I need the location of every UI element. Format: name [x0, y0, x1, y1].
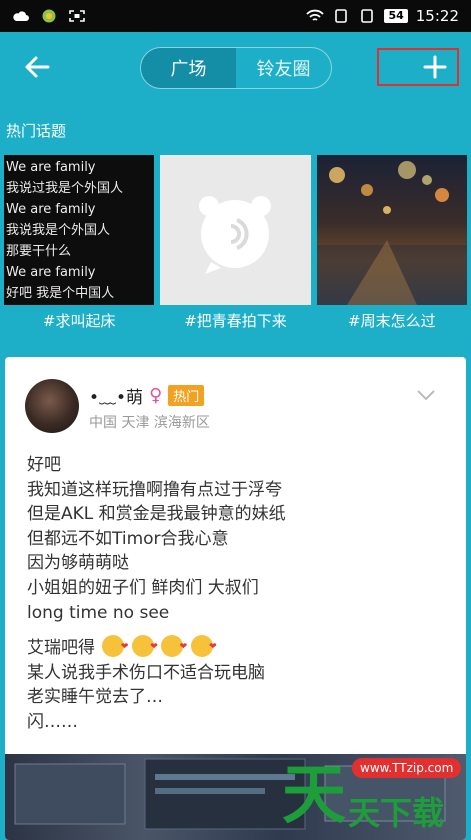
chevron-down-icon[interactable]: [417, 389, 435, 401]
post-line: 老实睡午觉去了…: [27, 687, 163, 708]
app-icon: [42, 9, 56, 23]
post-line: 好吧: [27, 455, 61, 475]
topic-caption[interactable]: #求叫起床: [4, 310, 154, 331]
post-author-row: •﹏•萌 ♀ 热门: [89, 383, 205, 408]
tab-square[interactable]: 广场: [141, 48, 236, 88]
topic-card-weekend[interactable]: [316, 155, 467, 305]
post-line: 某人说我手术伤口不适合玩电脑: [27, 662, 265, 683]
site-watermark: 天 www.TTzip.com 天下载: [282, 752, 467, 840]
topic-card-youth[interactable]: [160, 155, 311, 305]
post-line: 但是AKL 和赏金是我最钟意的妹纸: [27, 504, 286, 525]
post-line: 小姐姐的妞子们 鲜肉们 大叔们: [27, 577, 259, 598]
gender-female-icon: ♀: [149, 385, 163, 406]
post-line-emoji: 艾瑞吧得: [27, 635, 447, 661]
kiss-emoji-icon: [190, 635, 217, 659]
back-button[interactable]: [22, 52, 52, 82]
watermark-logo: 天: [282, 758, 346, 833]
topic-caption[interactable]: #把青春拍下来: [160, 310, 310, 331]
status-bar: 54 15:22: [0, 0, 471, 32]
topic-row: We are family 我说过我是个外国人 We are family 我说…: [4, 155, 467, 305]
app-bar: 广场 铃友圈: [0, 32, 471, 106]
lyric-line: We are family: [6, 160, 96, 175]
topic-card-wake-up[interactable]: We are family 我说过我是个外国人 We are family 我说…: [4, 155, 155, 305]
hot-topics-title: 热门话题: [6, 122, 67, 140]
post-line: 闪……: [27, 711, 78, 732]
post-line: 我知道这样玩撸啊撸有点过于浮夸: [27, 479, 282, 500]
battery-icon: 54: [384, 9, 408, 23]
topic-caption[interactable]: #周末怎么过: [317, 310, 467, 331]
lyric-line: 那要干什么: [6, 244, 72, 259]
lyric-line: We are family: [6, 265, 96, 280]
tab-switcher: 广场 铃友圈: [140, 47, 332, 89]
city-night-image: [316, 161, 467, 305]
sim1-icon: [335, 9, 348, 23]
avatar[interactable]: [25, 379, 79, 433]
topic-captions: #求叫起床 #把青春拍下来 #周末怎么过: [4, 310, 467, 331]
hot-badge: 热门: [168, 385, 205, 406]
username[interactable]: •﹏•萌: [89, 383, 143, 408]
post-line: 因为够萌萌哒: [27, 553, 129, 574]
screenshot-icon: [69, 10, 85, 22]
post-line: long time no see: [27, 602, 170, 623]
kiss-emoji-icon: [161, 635, 187, 659]
watermark-text: 天下载: [348, 794, 445, 832]
post-line: 但都远不如Timor合我心意: [27, 528, 229, 549]
arrow-left-icon: [25, 56, 50, 78]
topic-lyrics: We are family 我说过我是个外国人 We are family 我说…: [4, 155, 154, 305]
wifi-icon: [306, 9, 325, 21]
lyric-line: 好吧 我是个中国人: [6, 286, 115, 301]
lyric-line: We are family: [6, 202, 96, 217]
watermark-url: www.TTzip.com: [352, 758, 462, 778]
post-content: 好吧 我知道这样玩撸啊撸有点过于浮夸 但是AKL 和赏金是我最钟意的妹纸 但都远…: [27, 453, 447, 735]
alarm-bell-icon: [199, 196, 272, 274]
lyric-line: 我说我是个外国人: [6, 223, 111, 238]
post-location: 中国 天津 滨海新区: [89, 415, 210, 431]
status-right: 54 15:22: [306, 7, 459, 25]
plus-icon: [423, 55, 447, 79]
post-line: 艾瑞吧得: [27, 638, 95, 659]
add-post-button[interactable]: [377, 48, 459, 86]
lyric-line: 我说过我是个外国人: [6, 181, 124, 196]
status-time: 15:22: [415, 7, 459, 25]
cloud-icon: [13, 11, 29, 21]
sim2-icon: [361, 9, 374, 23]
kiss-emoji-icon: [102, 635, 128, 659]
kiss-emoji-icon: [131, 635, 158, 659]
status-left: [12, 9, 86, 23]
tab-friends-circle[interactable]: 铃友圈: [236, 48, 331, 88]
